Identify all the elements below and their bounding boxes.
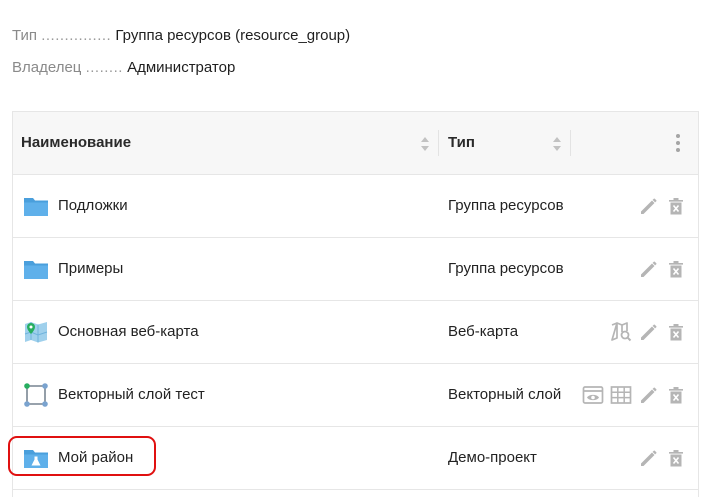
meta-owner-label: Владелец xyxy=(12,59,82,76)
column-header-name[interactable]: Наименование xyxy=(21,134,131,151)
column-menu-icon[interactable] xyxy=(672,132,684,154)
webmap-icon xyxy=(24,322,48,343)
vector-layer-icon xyxy=(24,383,48,407)
meta-type-value: Группа ресурсов (resource_group) xyxy=(115,27,351,44)
resource-type: Группа ресурсов xyxy=(448,260,564,277)
delete-icon[interactable] xyxy=(664,383,688,407)
meta-owner-value: Администратор xyxy=(127,59,236,76)
sort-icon[interactable] xyxy=(420,136,430,152)
delete-icon[interactable] xyxy=(664,257,688,281)
folder-icon xyxy=(24,198,48,216)
table-header: Наименование Тип xyxy=(13,112,698,175)
resource-name[interactable]: Подложки xyxy=(58,197,128,214)
delete-icon[interactable] xyxy=(664,446,688,470)
table-row[interactable]: Примеры Группа ресурсов xyxy=(13,238,698,301)
resource-name[interactable]: Векторный слой тест xyxy=(58,386,205,403)
column-separator xyxy=(438,130,439,156)
edit-icon[interactable] xyxy=(637,320,661,344)
meta-owner: Владелец ........ Администратор xyxy=(12,59,235,76)
resource-name[interactable]: Примеры xyxy=(58,260,123,277)
map-preview-icon[interactable] xyxy=(609,320,633,344)
column-separator xyxy=(570,130,571,156)
table-row[interactable]: Основная веб-карта Веб-карта xyxy=(13,301,698,364)
feature-table-icon[interactable] xyxy=(609,383,633,407)
sort-icon[interactable] xyxy=(552,136,562,152)
resource-name[interactable]: Основная веб-карта xyxy=(58,323,199,340)
resource-type: Демо-проект xyxy=(448,449,537,466)
meta-type-label: Тип xyxy=(12,27,38,44)
edit-icon[interactable] xyxy=(637,257,661,281)
meta-type: Тип ............... Группа ресурсов (res… xyxy=(12,27,350,44)
folder-icon xyxy=(24,261,48,279)
meta-owner-dots: ........ xyxy=(85,59,123,76)
edit-icon[interactable] xyxy=(637,446,661,470)
resource-type: Веб-карта xyxy=(448,323,519,340)
highlight-box xyxy=(8,436,156,476)
delete-icon[interactable] xyxy=(664,194,688,218)
table-row[interactable]: Векторный слой тест Векторный слой xyxy=(13,364,698,427)
delete-icon[interactable] xyxy=(664,320,688,344)
edit-icon[interactable] xyxy=(637,383,661,407)
resource-type: Векторный слой xyxy=(448,386,562,403)
preview-icon[interactable] xyxy=(581,383,605,407)
edit-icon[interactable] xyxy=(637,194,661,218)
resource-type: Группа ресурсов xyxy=(448,197,564,214)
meta-type-dots: ............... xyxy=(41,27,112,44)
column-header-type[interactable]: Тип xyxy=(448,134,475,151)
table-row[interactable]: Подложки Группа ресурсов xyxy=(13,175,698,238)
